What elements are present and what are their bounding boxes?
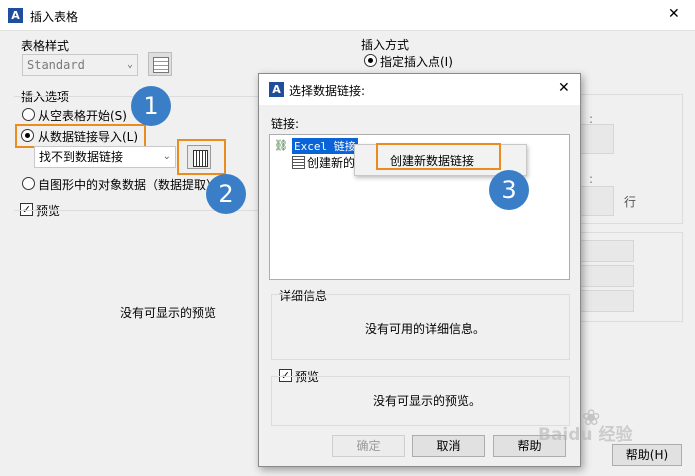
row-suffix-label: 行 <box>624 195 637 209</box>
radio-drawing-data[interactable] <box>22 177 35 190</box>
datalink-select-value: 找不到数据链接 <box>39 150 124 164</box>
cell-style-select-2[interactable] <box>578 265 634 287</box>
column-count-spinner[interactable] <box>578 124 614 154</box>
insert-method-label: 插入方式 <box>361 38 410 52</box>
cell-style-select-3[interactable] <box>578 290 634 312</box>
cancel-button[interactable]: 取消 <box>412 435 485 457</box>
highlight-context-menu-item <box>376 143 501 170</box>
window-title: 插入表格 <box>30 10 79 24</box>
table-style-value: Standard <box>27 58 85 72</box>
tree-item-excel[interactable]: Excel 链接 <box>292 138 358 154</box>
dialog-title-bar: A 选择数据链接: ✕ <box>259 74 580 105</box>
chevron-down-icon: ⌄ <box>126 59 133 70</box>
table-style-label: 表格样式 <box>21 39 70 53</box>
colon-mark: : <box>589 172 594 186</box>
close-icon[interactable]: ✕ <box>668 6 680 22</box>
main-help-button[interactable]: 帮助(H) <box>612 444 682 466</box>
app-icon: A <box>269 82 284 97</box>
radio-insert-point-label: 指定插入点(I) <box>380 55 453 69</box>
ok-button[interactable]: 确定 <box>332 435 405 457</box>
step-badge-3: 3 <box>489 170 529 210</box>
radio-empty-table[interactable] <box>22 108 35 121</box>
link-icon: ⛓ <box>274 139 288 152</box>
dialog-title: 选择数据链接: <box>289 84 366 98</box>
cell-style-select-1[interactable] <box>578 240 634 262</box>
radio-empty-table-label: 从空表格开始(S) <box>38 109 127 123</box>
row-count-spinner[interactable] <box>578 186 614 216</box>
baidu-watermark: ❀ Baidu 经验 <box>538 404 638 445</box>
details-text: 没有可用的详细信息。 <box>365 322 486 336</box>
table-icon <box>292 156 305 169</box>
radio-from-datalink[interactable] <box>21 129 34 142</box>
table-style-select[interactable]: Standard ⌄ <box>22 54 138 76</box>
datalink-select[interactable]: 找不到数据链接 ⌄ <box>34 146 176 168</box>
calculator-icon <box>193 150 208 167</box>
app-icon: A <box>8 8 23 23</box>
tree-item-create[interactable]: 创建新的 <box>307 154 355 171</box>
radio-insert-point[interactable] <box>364 54 377 67</box>
close-icon[interactable]: ✕ <box>558 80 570 96</box>
table-style-launcher-button[interactable] <box>148 52 172 76</box>
select-datalink-dialog: A 选择数据链接: ✕ 链接: ⛓ Excel 链接 创建新的 创建新数据链接 … <box>258 73 581 467</box>
dialog-preview-text: 没有可显示的预览。 <box>373 394 482 408</box>
step-badge-1: 1 <box>131 86 171 126</box>
table-grid-icon <box>153 57 169 73</box>
radio-from-datalink-label: 从数据链接导入(L) <box>38 130 139 144</box>
chevron-down-icon: ⌄ <box>162 151 171 162</box>
main-title-bar: A 插入表格 ✕ <box>0 0 695 31</box>
watermark-text: Baidu 经验 <box>538 425 633 445</box>
links-label: 链接: <box>271 117 300 131</box>
preview-empty-text: 没有可显示的预览 <box>120 306 217 320</box>
step-badge-2: 2 <box>206 174 246 214</box>
datalink-launcher-button[interactable] <box>187 145 211 169</box>
